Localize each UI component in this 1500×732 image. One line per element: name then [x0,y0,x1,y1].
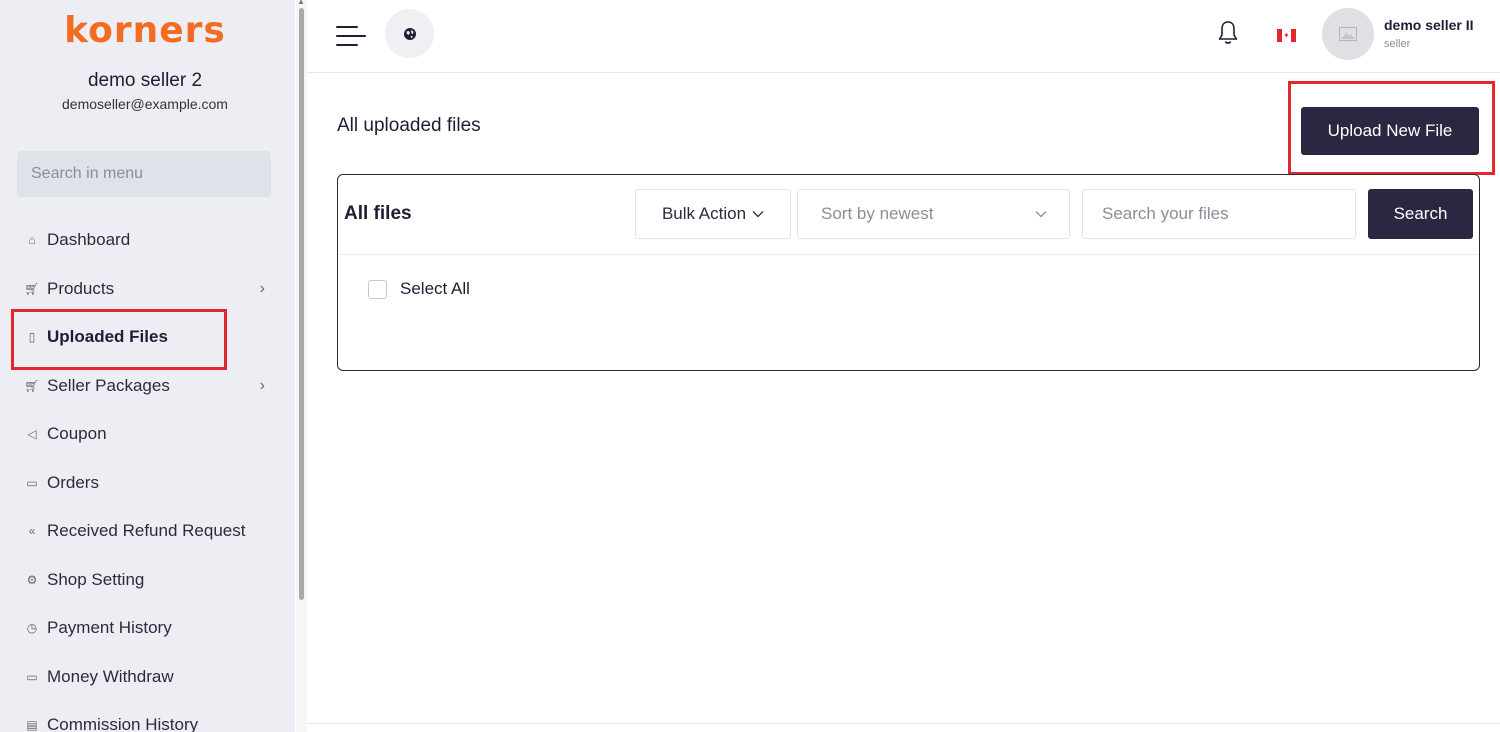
bell-icon[interactable] [1217,20,1239,46]
select-all[interactable]: Select All [368,279,470,299]
globe-icon[interactable] [385,9,434,58]
page-title: All uploaded files [337,115,481,136]
menu-toggle-icon[interactable] [336,24,366,48]
search-files-input[interactable] [1082,189,1356,239]
money-icon: ▭ [26,669,38,684]
sidebar-item-commission-history[interactable]: ▤ Commission History [0,701,295,732]
sidebar-item-orders[interactable]: ▭ Orders [0,459,295,508]
sidebar-item-shop-setting[interactable]: ⚙ Shop Setting [0,556,295,605]
top-bar: ✦ demo seller II seller [307,0,1500,73]
sidebar-item-payment-history[interactable]: ◷ Payment History [0,604,295,653]
gear-icon: ⚙ [26,572,38,587]
sidebar-item-label: Dashboard [47,230,131,250]
select-all-checkbox[interactable] [368,279,387,299]
footer-divider [307,723,1500,724]
scrollbar-thumb[interactable] [299,8,304,600]
scroll-up-icon[interactable]: ▲ [297,0,305,6]
folder-icon: ▯ [28,330,36,345]
select-all-label: Select All [400,279,470,298]
sidebar-item-label: Coupon [47,424,107,444]
cart-icon: 🛒︎ [24,281,40,296]
search-button[interactable]: Search [1368,189,1473,239]
shop-email: demoseller@example.com [62,96,228,112]
chevron-down-icon [1035,211,1047,218]
bulk-action-label: Bulk Action [661,204,747,223]
canada-flag-icon[interactable]: ✦ [1277,29,1296,42]
sidebar-item-label: Uploaded Files [47,327,168,347]
image-placeholder-icon [1339,27,1357,41]
sidebar-item-products[interactable]: 🛒︎ Products › [0,265,295,314]
user-role: seller [1384,38,1411,50]
chevron-right-icon: › [259,279,265,297]
rewind-icon: « [28,524,36,539]
chevron-right-icon: › [259,376,265,394]
bulk-action-dropdown[interactable]: Bulk Action [635,189,791,239]
sidebar-item-received-refund-request[interactable]: « Received Refund Request [0,507,295,556]
upload-new-file-button[interactable]: Upload New File [1301,107,1479,155]
sort-select[interactable]: Sort by newest [797,189,1070,239]
sidebar-item-label: Products [47,278,115,298]
menu-search-input[interactable] [17,151,271,197]
sidebar-item-label: Shop Setting [47,569,145,589]
shop-name: demo seller 2 [87,70,203,91]
sidebar-item-label: Money Withdraw [47,666,174,686]
brand-logo[interactable]: korners [0,10,290,51]
sidebar: korners demo seller 2 demoseller@example… [0,0,295,732]
home-icon: ⌂ [28,233,36,248]
document-icon: ▤ [26,718,38,732]
sidebar-item-label: Orders [47,472,99,492]
sidebar-item-money-withdraw[interactable]: ▭ Money Withdraw [0,653,295,702]
sidebar-item-coupon[interactable]: ◁ Coupon [0,410,295,459]
sort-value: Sort by newest [821,204,934,223]
sidebar-item-label: Received Refund Request [47,521,246,541]
files-card: All files Bulk Action Sort by newest Sea… [337,174,1480,371]
sidebar-item-label: Seller Packages [47,375,170,395]
history-icon: ◷ [26,621,38,636]
sidebar-item-label: Payment History [47,618,172,638]
sidebar-scrollbar[interactable]: ▲ [296,0,307,732]
sidebar-item-label: Commission History [47,715,199,732]
sidebar-menu: ⌂ Dashboard 🛒︎ Products › ▯ Uploaded Fil… [0,216,295,732]
megaphone-icon: ◁ [27,427,37,442]
sidebar-item-seller-packages[interactable]: 🛒︎ Seller Packages › [0,362,295,411]
chevron-down-icon [752,211,764,218]
files-card-header: All files Bulk Action Sort by newest Sea… [338,175,1479,255]
card-title: All files [344,203,412,224]
avatar[interactable] [1322,8,1374,60]
sidebar-item-dashboard[interactable]: ⌂ Dashboard [0,216,295,265]
user-name[interactable]: demo seller II [1384,17,1473,33]
cart-icon: 🛒︎ [24,378,40,393]
money-icon: ▭ [26,475,38,490]
sidebar-item-uploaded-files[interactable]: ▯ Uploaded Files [0,313,295,362]
